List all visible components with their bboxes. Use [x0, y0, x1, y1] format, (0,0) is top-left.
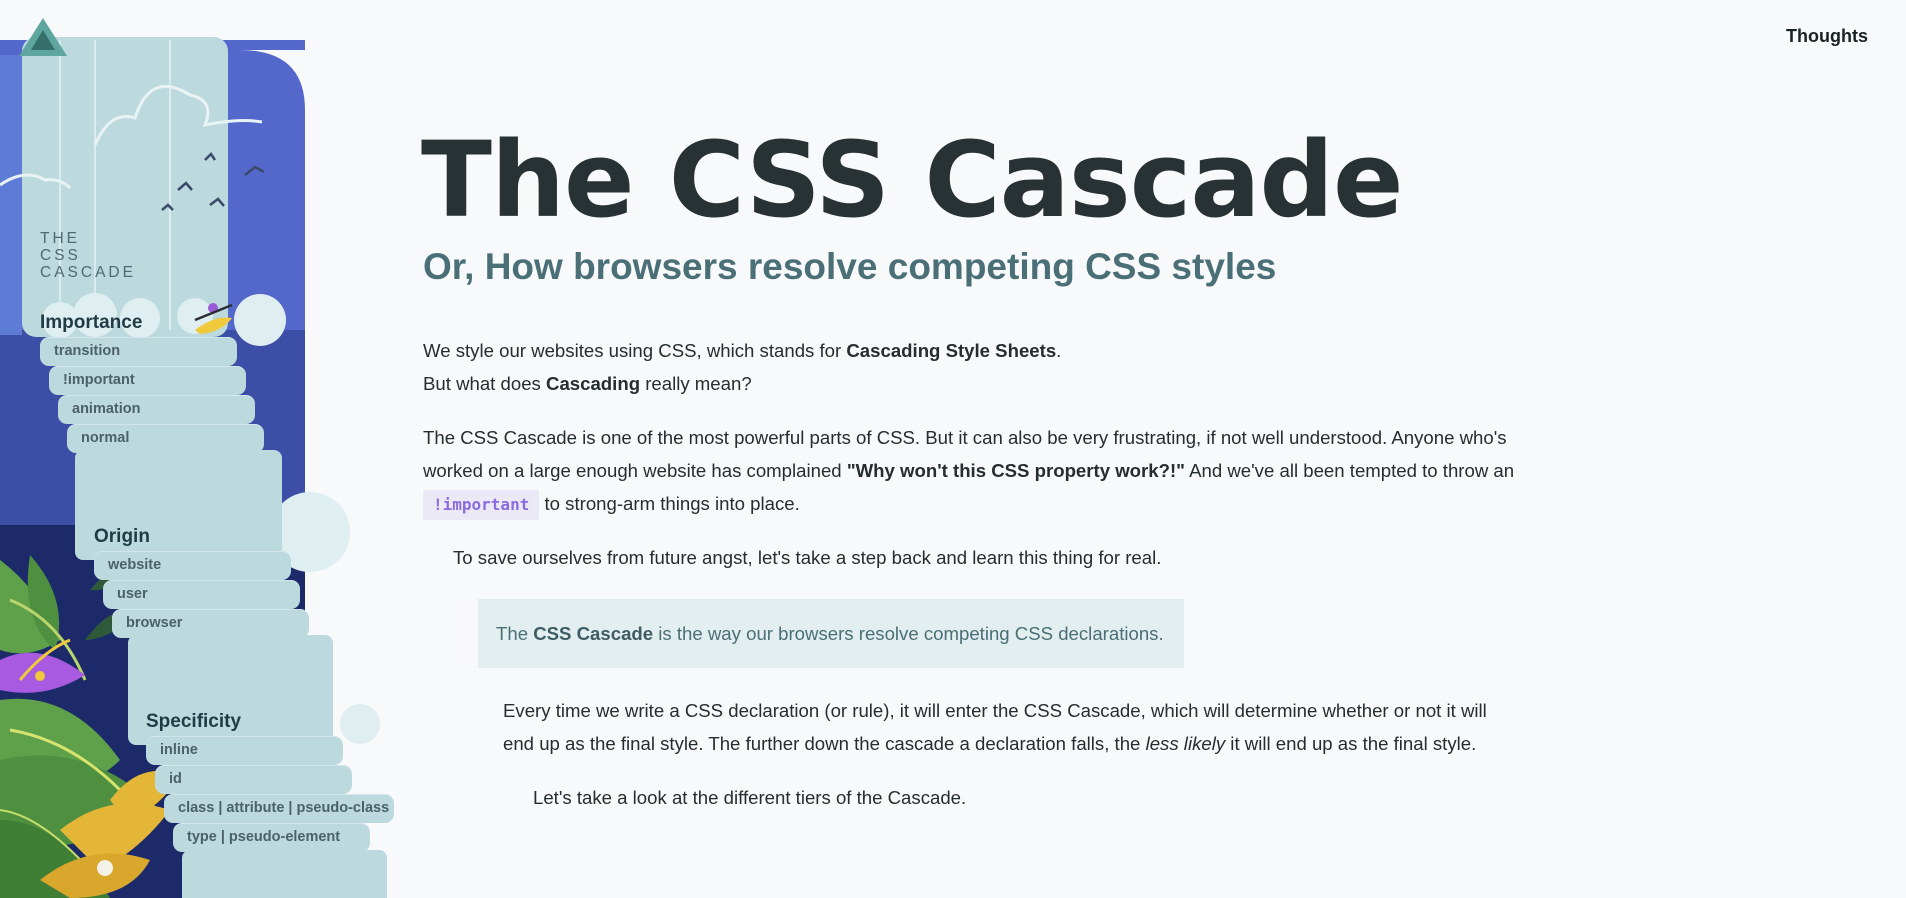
tier-item-type-pseudo-element[interactable]: type | pseudo-element	[173, 823, 370, 852]
declaration-paragraph: Every time we write a CSS declaration (o…	[503, 694, 1487, 760]
definition-callout: The CSS Cascade is the way our browsers …	[478, 599, 1184, 668]
text-span: it will end up as the final style.	[1225, 733, 1477, 754]
tier-item-website[interactable]: website	[94, 551, 291, 580]
bold-text: Cascading	[546, 373, 641, 394]
tier-item-normal[interactable]: normal	[67, 424, 264, 453]
italic-text: less likely	[1145, 733, 1226, 754]
sidebar-title: THE CSS CASCADE	[40, 230, 136, 281]
text-span: to strong-arm things into place.	[539, 493, 800, 514]
cascade-illustration: THE CSS CASCADE Importance transition !i…	[0, 0, 400, 898]
paragraph-line: !important to strong-arm things into pla…	[423, 487, 1514, 520]
paragraph-line: Every time we write a CSS declaration (o…	[503, 700, 1487, 721]
tier-item-animation[interactable]: animation	[58, 395, 255, 424]
bold-quote: "Why won't this CSS property work?!"	[846, 460, 1185, 481]
text-span: And we've all been tempted to throw an	[1184, 460, 1515, 481]
angst-paragraph: To save ourselves from future angst, let…	[453, 547, 1162, 568]
text-span: worked on a large enough website has com…	[423, 460, 847, 481]
page-subtitle: Or, How browsers resolve competing CSS s…	[423, 246, 1277, 287]
tier-heading-specificity[interactable]: Specificity	[146, 711, 241, 733]
paragraph-line: The CSS Cascade is one of the most power…	[423, 427, 1507, 448]
text-span: really mean?	[640, 373, 752, 394]
bold-text: Cascading Style Sheets	[846, 340, 1057, 361]
logo-triangle-icon[interactable]	[17, 16, 69, 60]
sidebar-title-line: THE	[40, 230, 80, 247]
intro-line-2: But what does Cascading really mean?	[423, 367, 1061, 400]
sidebar-title-line: CSS	[40, 247, 81, 264]
tier-item-id[interactable]: id	[155, 765, 352, 794]
tier-item-transition[interactable]: transition	[40, 337, 237, 366]
text-span: is the way our browsers resolve competin…	[653, 623, 1164, 644]
intro-paragraph: We style our websites using CSS, which s…	[423, 334, 1061, 400]
text-span: We style our websites using CSS, which s…	[423, 340, 847, 361]
tier-heading-importance[interactable]: Importance	[40, 312, 142, 334]
tier-item-important[interactable]: !important	[49, 366, 246, 395]
page-title: The CSS Cascade	[421, 119, 1404, 241]
intro-line-1: We style our websites using CSS, which s…	[423, 334, 1061, 367]
text-span: end up as the final style. The further d…	[503, 733, 1146, 754]
tier-item-user[interactable]: user	[103, 580, 300, 609]
bold-text: CSS Cascade	[533, 623, 654, 644]
nav-link-thoughts[interactable]: Thoughts	[1786, 26, 1868, 47]
paragraph-line: worked on a large enough website has com…	[423, 454, 1514, 487]
text-span: The	[496, 623, 534, 644]
paragraph-line: end up as the final style. The further d…	[503, 727, 1487, 760]
text-span: But what does	[423, 373, 547, 394]
text-span: .	[1056, 340, 1062, 361]
inline-code-important: !important	[423, 490, 540, 520]
tier-item-browser[interactable]: browser	[112, 609, 309, 638]
tiers-intro-paragraph: Let's take a look at the different tiers…	[533, 787, 967, 808]
tier-item-class-attribute-pseudo-class[interactable]: class | attribute | pseudo-class	[164, 794, 394, 823]
tier-item-inline[interactable]: inline	[146, 736, 343, 765]
sidebar-title-line: CASCADE	[40, 264, 136, 281]
cascade-intro-paragraph: The CSS Cascade is one of the most power…	[423, 421, 1514, 520]
tier-heading-origin[interactable]: Origin	[94, 526, 150, 548]
